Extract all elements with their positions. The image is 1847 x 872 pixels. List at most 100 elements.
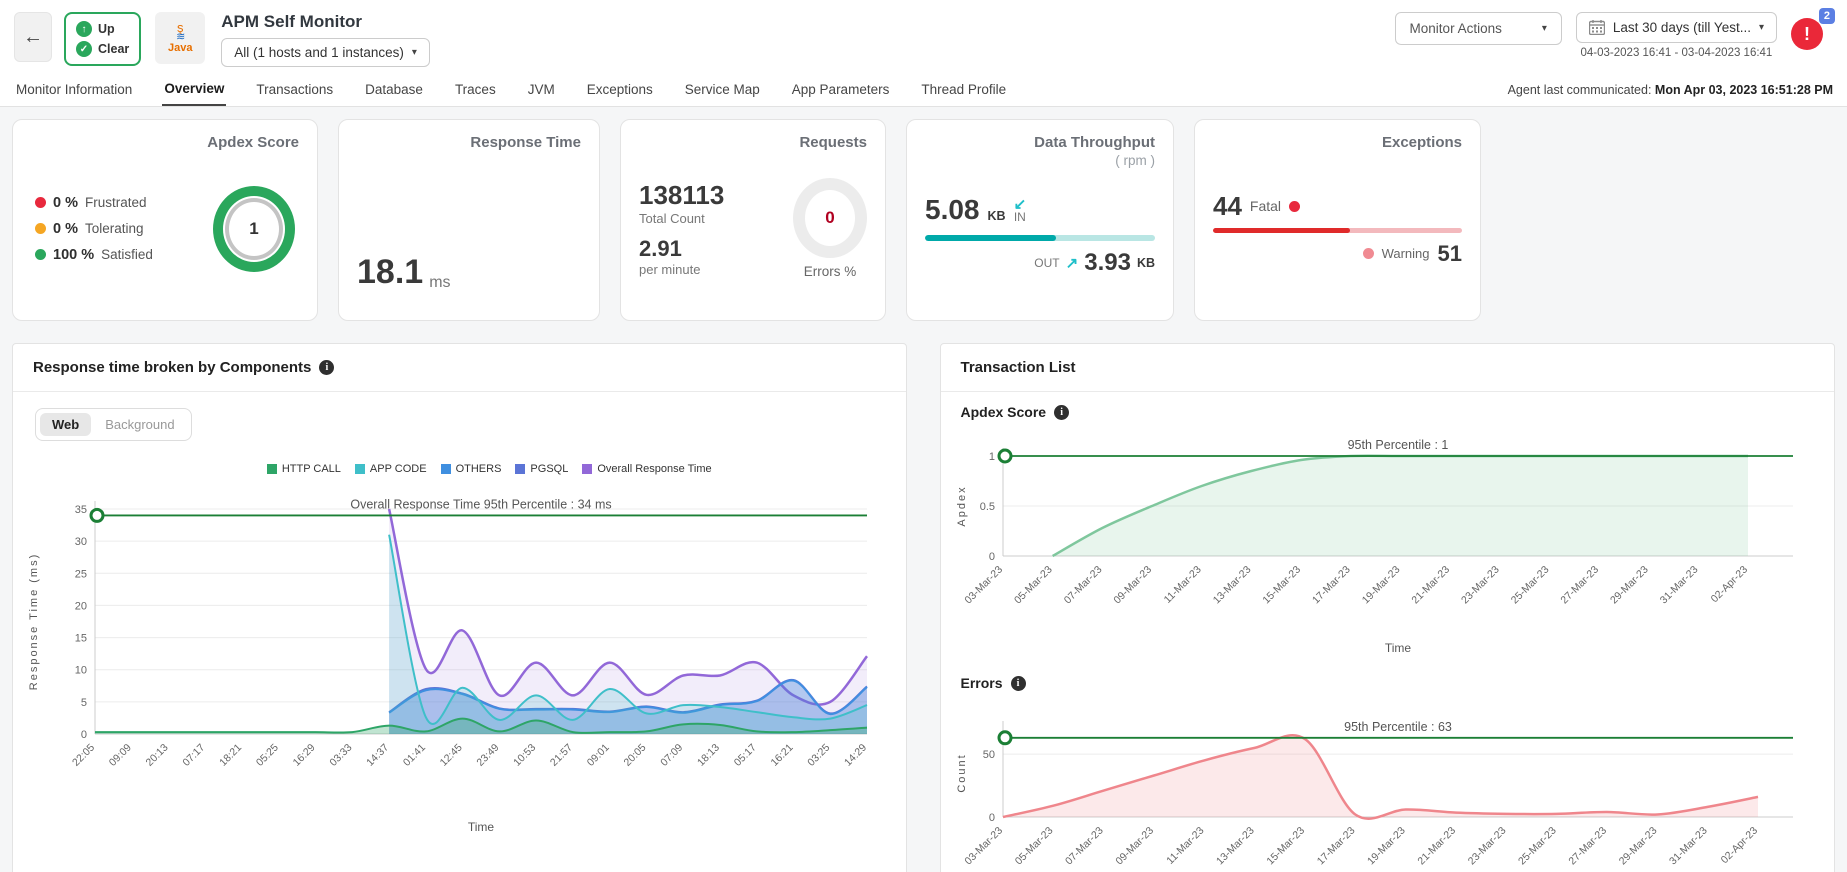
legend-label: PGSQL	[530, 463, 568, 475]
svg-text:15-Mar-23: 15-Mar-23	[1260, 564, 1303, 607]
requests-rate-label: per minute	[639, 262, 724, 277]
warning-value: 51	[1438, 241, 1462, 267]
svg-text:07:09: 07:09	[658, 742, 685, 769]
tab-traces[interactable]: Traces	[453, 74, 498, 105]
throughput-card-title: Data Throughput	[925, 134, 1155, 151]
svg-text:25-Mar-23: 25-Mar-23	[1516, 825, 1559, 868]
info-icon[interactable]: i	[1011, 676, 1026, 691]
svg-text:25: 25	[75, 568, 87, 580]
monitor-actions-dropdown[interactable]: Monitor Actions ▾	[1395, 12, 1562, 45]
legend-swatch-icon	[267, 464, 277, 474]
tab-transactions[interactable]: Transactions	[254, 74, 335, 105]
legend-item-overall-response-time[interactable]: Overall Response Time	[582, 463, 711, 475]
header: ← ↑ Up ✓ Clear ş ≋ Java APM Self Monitor…	[0, 0, 1847, 73]
components-panel-title: Response time broken by Components	[33, 359, 311, 376]
alarm-indicator[interactable]: ! 2	[1791, 18, 1823, 50]
svg-text:Overall Response Time 95th Per: Overall Response Time 95th Percentile : …	[350, 497, 611, 511]
throughput-in-label: IN	[1014, 211, 1026, 223]
apdex-tolerating-row: 0 % Tolerating	[35, 221, 153, 237]
tab-database[interactable]: Database	[363, 74, 425, 105]
svg-text:95th Percentile : 1: 95th Percentile : 1	[1347, 438, 1448, 452]
tolerating-dot-icon	[35, 223, 46, 234]
svg-text:03-Mar-23: 03-Mar-23	[962, 564, 1005, 607]
monitor-status-box[interactable]: ↑ Up ✓ Clear	[64, 12, 141, 66]
svg-text:17-Mar-23: 17-Mar-23	[1314, 825, 1357, 868]
svg-text:20:05: 20:05	[621, 742, 648, 769]
svg-text:23-Mar-23: 23-Mar-23	[1459, 564, 1502, 607]
agent-last-communicated-value: Mon Apr 03, 2023 16:51:28 PM	[1655, 83, 1833, 97]
errors-percent-value: 0	[825, 208, 834, 228]
tab-service-map[interactable]: Service Map	[683, 74, 762, 105]
svg-text:14:29: 14:29	[842, 742, 869, 769]
tab-overview[interactable]: Overview	[162, 73, 226, 106]
response-time-card-title: Response Time	[357, 134, 581, 151]
back-button[interactable]: ←	[14, 12, 52, 62]
legend-item-http-call[interactable]: HTTP CALL	[267, 463, 341, 475]
satisfied-label: Satisfied	[101, 247, 153, 262]
throughput-in-unit: KB	[988, 209, 1006, 223]
legend-swatch-icon	[515, 464, 525, 474]
svg-text:22:05: 22:05	[70, 742, 97, 769]
agent-last-communicated-label: Agent last communicated:	[1508, 83, 1652, 97]
svg-text:31-Mar-23: 31-Mar-23	[1657, 564, 1700, 607]
errors-percent-label: Errors %	[804, 264, 857, 279]
page-body: Apdex Score 0 % Frustrated 0 % Toleratin…	[0, 107, 1847, 872]
fatal-value: 44	[1213, 191, 1242, 222]
tab-thread-profile[interactable]: Thread Profile	[919, 74, 1008, 105]
svg-text:21-Mar-23: 21-Mar-23	[1415, 825, 1458, 868]
svg-text:09-Mar-23: 09-Mar-23	[1113, 825, 1156, 868]
svg-text:20: 20	[75, 600, 87, 612]
legend-label: APP CODE	[370, 463, 427, 475]
svg-text:0.5: 0.5	[979, 501, 994, 513]
info-icon[interactable]: i	[1054, 405, 1069, 420]
tab-jvm[interactable]: JVM	[526, 74, 557, 105]
legend-item-others[interactable]: OTHERS	[441, 463, 502, 475]
svg-text:27-Mar-23: 27-Mar-23	[1558, 564, 1601, 607]
time-range-selector[interactable]: Last 30 days (till Yest... ▾	[1576, 12, 1777, 43]
components-chart-legend: HTTP CALL APP CODE OTHERS PGSQL Overall Resp…	[73, 463, 906, 475]
svg-text:23:49: 23:49	[474, 742, 501, 769]
tolerating-label: Tolerating	[85, 221, 144, 236]
toggle-background[interactable]: Background	[93, 413, 186, 436]
legend-label: OTHERS	[456, 463, 502, 475]
svg-text:01:41: 01:41	[401, 742, 428, 769]
svg-text:15: 15	[75, 633, 87, 645]
info-icon[interactable]: i	[319, 360, 334, 375]
time-range-value: Last 30 days (till Yest...	[1613, 20, 1751, 35]
svg-text:13-Mar-23: 13-Mar-23	[1210, 564, 1253, 607]
exceptions-card: Exceptions 44 Fatal Warning 51	[1194, 119, 1481, 321]
out-arrow-icon: ↗	[1066, 254, 1079, 272]
svg-text:27-Mar-23: 27-Mar-23	[1566, 825, 1609, 868]
web-background-toggle: Web Background	[35, 408, 192, 441]
tab-bar: Monitor Information Overview Transactions D…	[0, 73, 1847, 107]
svg-text:07-Mar-23: 07-Mar-23	[1063, 825, 1106, 868]
svg-text:09-Mar-23: 09-Mar-23	[1111, 564, 1154, 607]
legend-item-pgsql[interactable]: PGSQL	[515, 463, 568, 475]
apdex-frustrated-row: 0 % Frustrated	[35, 195, 153, 211]
svg-text:Count: Count	[956, 753, 968, 792]
svg-text:29-Mar-23: 29-Mar-23	[1616, 825, 1659, 868]
fatal-label: Fatal	[1250, 198, 1281, 214]
up-arrow-icon: ↑	[76, 21, 92, 37]
toggle-web[interactable]: Web	[40, 413, 91, 436]
svg-text:1: 1	[988, 451, 994, 463]
java-cup-glyph: ≋	[176, 33, 184, 42]
host-instance-selector[interactable]: All (1 hosts and 1 instances) ▾	[221, 38, 430, 67]
svg-text:Time: Time	[468, 820, 495, 834]
svg-text:14:37: 14:37	[364, 742, 391, 769]
svg-text:11-Mar-23: 11-Mar-23	[1164, 825, 1206, 867]
tab-monitor-information[interactable]: Monitor Information	[14, 74, 134, 105]
chevron-down-icon: ▾	[412, 47, 417, 58]
legend-item-app-code[interactable]: APP CODE	[355, 463, 427, 475]
calendar-icon	[1589, 20, 1605, 35]
monitor-actions-label: Monitor Actions	[1410, 21, 1502, 36]
alarm-icon: !	[1791, 18, 1823, 50]
svg-text:10:53: 10:53	[511, 742, 538, 769]
svg-text:23-Mar-23: 23-Mar-23	[1465, 825, 1508, 868]
tab-app-parameters[interactable]: App Parameters	[790, 74, 892, 105]
frustrated-dot-icon	[35, 197, 46, 208]
frustrated-value: 0 %	[53, 195, 78, 211]
alarm-count-badge: 2	[1819, 8, 1835, 24]
tab-exceptions[interactable]: Exceptions	[585, 74, 655, 105]
exceptions-card-title: Exceptions	[1213, 134, 1462, 151]
